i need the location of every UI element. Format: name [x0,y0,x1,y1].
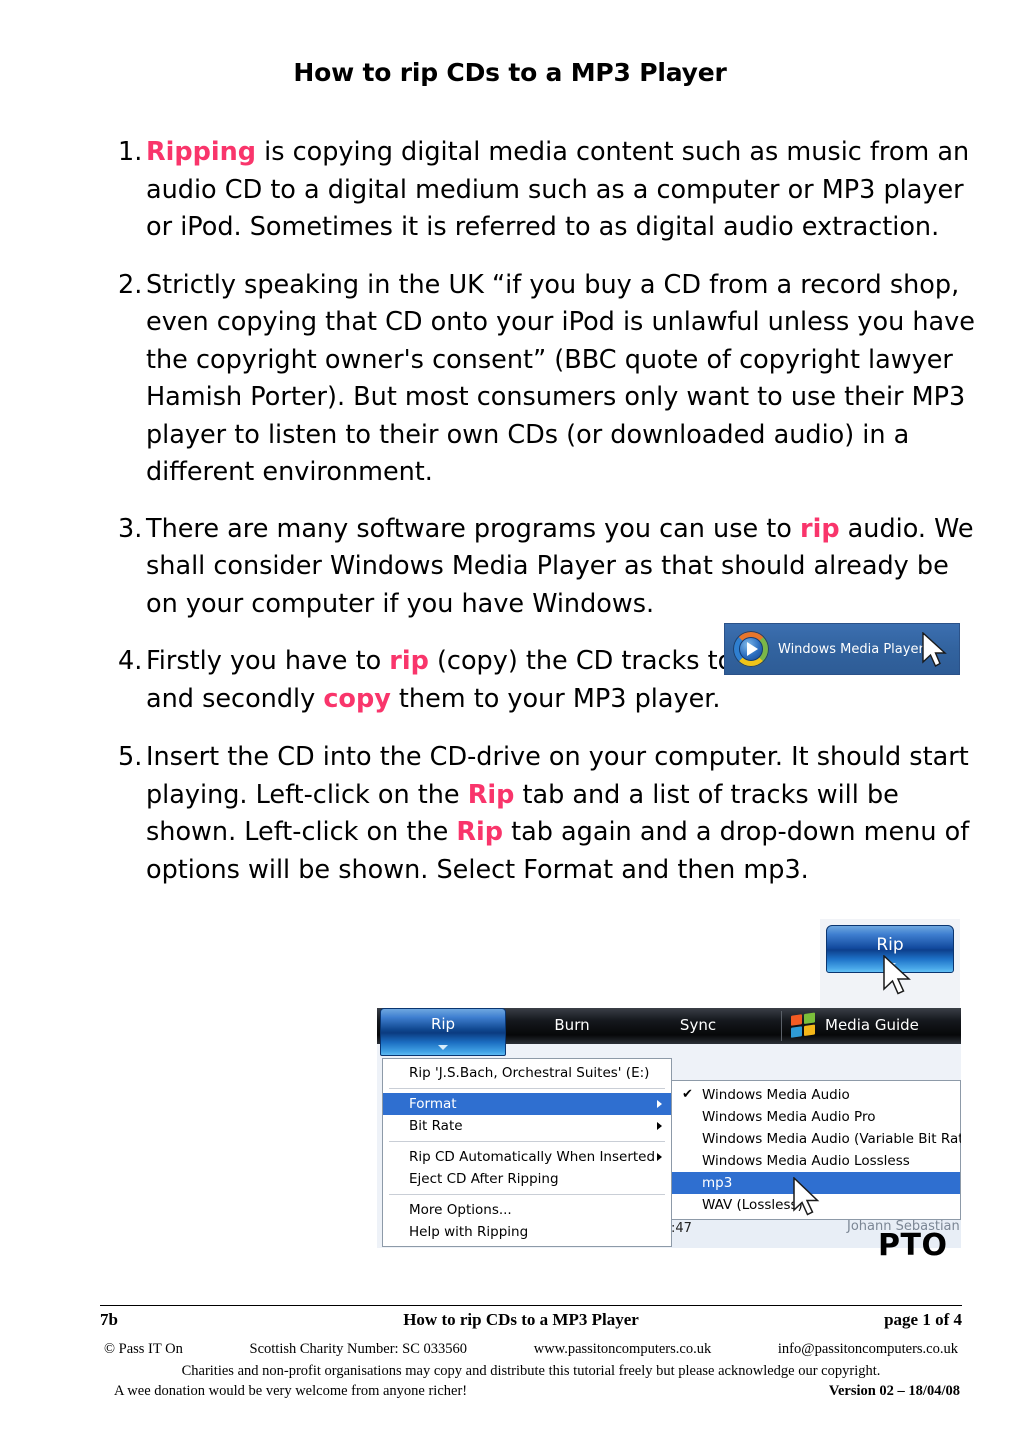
menu-item-label: Bit Rate [409,1118,463,1134]
tab-rip[interactable]: Rip [380,1008,506,1056]
page-footer: 7b How to rip CDs to a MP3 Player page 1… [100,1305,962,1400]
menu-item-bit-rate[interactable]: Bit Rate [383,1115,671,1137]
menu-item-label: More Options... [409,1202,512,1218]
emphasis-rip: rip [389,646,429,676]
item-text: Ripping is copying digital media content… [146,134,980,247]
footer-divider [100,1305,962,1306]
submenu-item-mp3[interactable]: mp3 [672,1172,960,1194]
windows-flag-icon [791,1012,817,1040]
chevron-down-icon [438,1045,448,1050]
list-item-1: 1. Ripping is copying digital media cont… [118,134,980,247]
item-text: Insert the CD into the CD-drive on your … [146,739,980,889]
windows-media-player-icon [733,631,769,667]
submenu-item-wma-pro[interactable]: Windows Media Audio Pro [672,1106,960,1128]
menu-item-label: Help with Ripping [409,1224,529,1240]
item-number: 4. [118,646,143,676]
submenu-item-wma[interactable]: ✔ Windows Media Audio [672,1084,960,1106]
menu-divider [389,1194,665,1195]
chevron-right-icon [657,1122,662,1130]
menu-divider [389,1088,665,1089]
pto-label: PTO [878,1228,948,1263]
menu-item-label: Rip CD Automatically When Inserted [409,1149,656,1165]
footer-donation-row: A wee donation would be very welcome fro… [100,1383,962,1400]
rip-tab-screenshot: Rip [820,919,960,1011]
item-3-pre: There are many software programs you can… [146,513,800,544]
wmp-tab-bar: Rip Burn Sync Media Guide [377,1008,961,1056]
mouse-cursor-icon [922,632,947,667]
list-item-3: 3. There are many software programs you … [118,511,980,624]
item-number: 3. [118,513,143,544]
list-item-5: 5. Insert the CD into the CD-drive on yo… [118,739,980,889]
tab-burn[interactable]: Burn [517,1008,627,1044]
menu-item-label: Rip 'J.S.Bach, Orchestral Suites' (E:) [409,1065,650,1081]
menu-item-help-with-ripping[interactable]: Help with Ripping [383,1221,671,1243]
menu-item-eject-cd[interactable]: Eject CD After Ripping [383,1168,671,1190]
item-text: Strictly speaking in the UK “if you buy … [146,269,975,488]
menu-item-more-options[interactable]: More Options... [383,1199,671,1221]
footer-donation-text: A wee donation would be very welcome fro… [114,1383,468,1399]
tab-sync[interactable]: Sync [645,1008,751,1044]
footer-website[interactable]: www.passitoncomputers.co.uk [534,1341,711,1358]
chevron-down-icon [884,963,896,969]
footer-main-row: 7b How to rip CDs to a MP3 Player page 1… [100,1310,962,1330]
item-text: There are many software programs you can… [146,511,980,624]
tab-media-guide[interactable]: Media Guide [825,1008,955,1044]
submenu-item-label: WAV (Lossless) [702,1197,803,1213]
submenu-item-label: Windows Media Audio Lossless [702,1153,910,1169]
footer-charity-number: Scottish Charity Number: SC 033560 [249,1341,468,1357]
footer-copyright: © Pass IT On [104,1341,183,1357]
chevron-right-icon [657,1100,662,1108]
emphasis-rip: rip [800,513,840,544]
wmp-menu-screenshot: Rip Burn Sync Media Guide :47 Johann Seb… [377,1008,961,1248]
tab-rip-label: Rip [430,1015,456,1033]
emphasis-rip-2: Rip [456,817,503,847]
menu-item-format[interactable]: Format [383,1093,671,1115]
emphasis-copy: copy [323,683,391,714]
menu-item-label: Format [409,1096,457,1112]
chevron-right-icon [657,1153,662,1161]
tab-divider [781,1011,782,1041]
item-4-pre: Firstly you have to [146,646,390,676]
page-title: How to rip CDs to a MP3 Player [293,58,727,87]
footer-version: Version 02 – 18/04/08 [828,1383,960,1399]
format-submenu: ✔ Windows Media Audio Windows Media Audi… [671,1080,961,1220]
rip-dropdown-menu: Rip 'J.S.Bach, Orchestral Suites' (E:) F… [382,1058,672,1247]
document-page: How to rip CDs to a MP3 Player 1. Rippin… [0,0,1020,1443]
submenu-item-label: mp3 [702,1175,733,1191]
submenu-item-label: Windows Media Audio Pro [702,1109,876,1125]
emphasis-ripping: Ripping [146,137,257,167]
menu-item-label: Eject CD After Ripping [409,1171,559,1187]
item-number: 2. [118,269,143,300]
footer-email[interactable]: info@passitoncomputers.co.uk [778,1341,958,1358]
tutorial-steps-list: 1. Ripping is copying digital media cont… [118,134,980,889]
rip-tab-button[interactable]: Rip [826,925,954,973]
menu-item-rip-disc[interactable]: Rip 'J.S.Bach, Orchestral Suites' (E:) [383,1062,671,1084]
menu-divider [389,1141,665,1142]
checkmark-icon: ✔ [682,1087,693,1102]
footer-permission-text: Charities and non-profit organisations m… [181,1363,881,1379]
track-time-value: :47 [671,1221,692,1236]
item-1-body: is copying digital media content such as… [146,137,970,242]
footer-contact-row: © Pass IT On Scottish Charity Number: SC… [100,1341,962,1358]
windows-media-player-shortcut-image: Windows Media Player [724,623,960,675]
item-4-post: them to your MP3 player. [390,683,721,714]
item-number: 5. [118,742,143,772]
submenu-item-label: Windows Media Audio [702,1087,850,1103]
list-item-2: 2. Strictly speaking in the UK “if you b… [118,267,980,492]
emphasis-rip-1: Rip [467,779,515,810]
footer-page-number: page 1 of 4 [884,1310,962,1329]
submenu-item-label: Windows Media Audio (Variable Bit Rate) [702,1131,961,1147]
footer-code: 7b [100,1310,118,1329]
item-number: 1. [118,137,143,167]
windows-media-player-label: Windows Media Player [778,641,924,657]
rip-tab-label: Rip [876,935,904,955]
submenu-item-wma-vbr[interactable]: Windows Media Audio (Variable Bit Rate) [672,1128,961,1150]
menu-item-rip-cd-automatically[interactable]: Rip CD Automatically When Inserted [383,1146,671,1168]
submenu-item-wav[interactable]: WAV (Lossless) [672,1194,960,1216]
submenu-item-wma-lossless[interactable]: Windows Media Audio Lossless [672,1150,960,1172]
footer-title: How to rip CDs to a MP3 Player [403,1310,639,1329]
